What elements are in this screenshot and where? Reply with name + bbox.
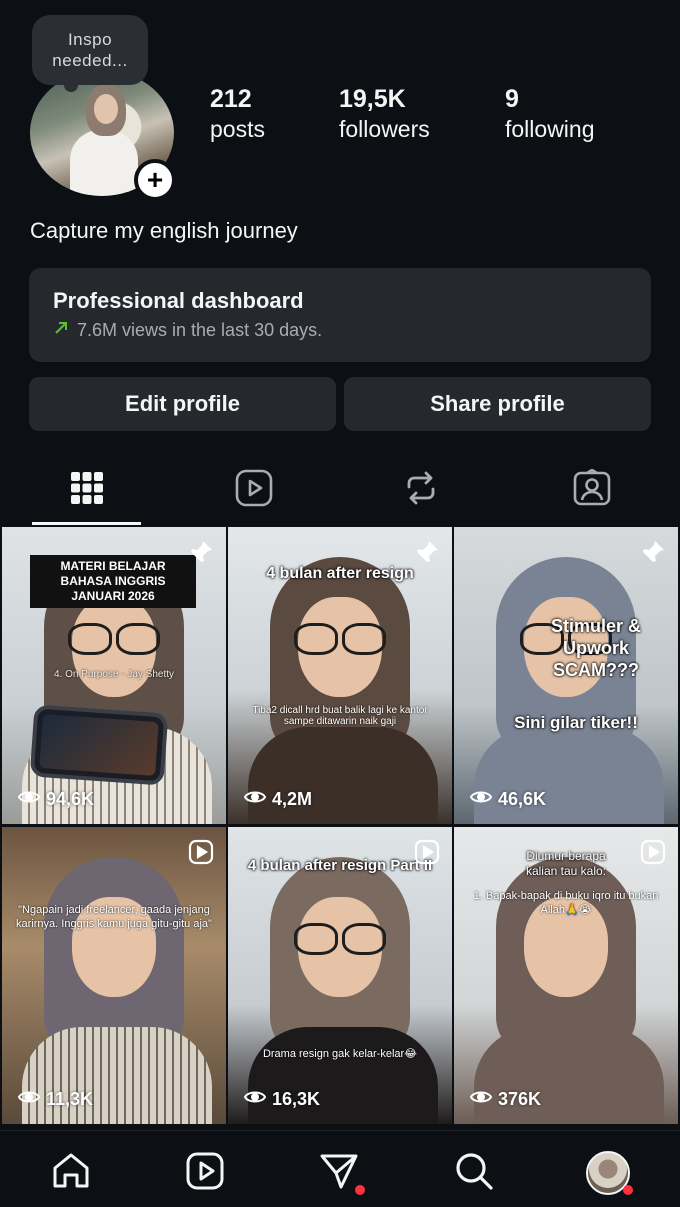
reels-icon [235,469,273,512]
post-tile[interactable]: 4 bulan after resign Part II Drama resig… [228,827,452,1124]
following-label: following [505,116,595,142]
trend-up-icon [53,320,69,341]
post-subcaption: "Ngapain jadi freelancer, gaada jenjang … [16,904,212,930]
post-tile[interactable]: "Ngapain jadi freelancer, gaada jenjang … [2,827,226,1124]
eye-icon [469,789,493,810]
search-icon [454,1151,494,1196]
tab-posts-grid[interactable] [32,462,142,518]
pin-icon [188,539,214,570]
profile-badge [623,1185,633,1195]
following-count: 9 [505,85,519,113]
post-caption: MATERI BELAJAR BAHASA INGGRIS JANUARI 20… [30,555,196,608]
post-tile[interactable]: MATERI BELAJAR BAHASA INGGRIS JANUARI 20… [2,527,226,824]
post-views: 376K [469,1089,541,1110]
post-subcaption: Sini gilar tiker!! [514,713,638,732]
reposts-icon [403,470,439,511]
dashboard-subtitle: 7.6M views in the last 30 days. [77,320,323,340]
stat-posts[interactable]: 212 posts [210,84,265,144]
post-subcaption: 1. Bapak-bapak di buku iqro itu bukan Al… [473,890,659,916]
eye-icon [243,1089,267,1110]
nav-reels[interactable] [183,1151,227,1195]
post-subcaption: Drama resign gak kelar-kelar😂 [262,1048,418,1060]
nav-home[interactable] [49,1151,93,1195]
posts-label: posts [210,116,265,142]
tagged-icon [573,467,611,512]
post-tile[interactable]: Diumur berapa kalian tau kalo: 1. Bapak-… [454,827,678,1124]
post-views: 4,2M [243,789,312,810]
profile-tabs [0,462,680,526]
note-bubble[interactable]: Inspo needed... [32,15,148,92]
share-profile-button[interactable]: Share profile [344,377,651,431]
post-caption: Stimuler & Upwork SCAM??? [550,616,642,680]
eye-icon [17,789,41,810]
post-views: 94,6K [17,789,94,810]
eye-icon [17,1089,41,1110]
post-subcaption: 4. On Purpose - Jay Shetty [53,669,175,680]
post-views: 46,6K [469,789,546,810]
grid-icon [70,471,104,510]
reels-icon [185,1151,225,1196]
post-views: 16,3K [243,1089,320,1110]
dashboard-title: Professional dashboard [53,288,304,313]
pin-icon [414,539,440,570]
post-tile[interactable]: 4 bulan after resign Tiba2 dicall hrd bu… [228,527,452,824]
eye-icon [469,1089,493,1110]
profile-bio: Capture my english journey [30,218,298,243]
messages-badge [355,1185,365,1195]
tab-reels[interactable] [199,462,309,518]
nav-profile[interactable] [586,1151,633,1195]
eye-icon [243,789,267,810]
phone-image [29,704,169,786]
post-views: 11,3K [17,1089,93,1110]
stat-following[interactable]: 9 following [505,84,595,144]
edit-profile-button[interactable]: Edit profile [29,377,336,431]
followers-count: 19,5K [339,85,406,113]
reel-badge-icon [640,839,666,870]
home-icon [51,1151,91,1196]
active-tab-indicator [32,522,141,525]
tab-reposts[interactable] [366,462,476,518]
reel-badge-icon [188,839,214,870]
messages-icon [319,1151,359,1196]
tab-tagged[interactable] [537,462,647,518]
reel-badge-icon [414,839,440,870]
nav-messages[interactable] [317,1151,365,1196]
posts-count: 212 [210,85,252,113]
post-tile[interactable]: Stimuler & Upwork SCAM??? Sini gilar tik… [454,527,678,824]
followers-label: followers [339,116,430,142]
nav-search[interactable] [452,1151,496,1195]
professional-dashboard[interactable]: Professional dashboard 7.6M views in the… [29,268,651,362]
bottom-nav [0,1130,680,1207]
stat-followers[interactable]: 19,5K followers [339,84,430,144]
post-subcaption: Tiba2 dicall hrd buat balik lagi ke kant… [252,705,428,727]
pin-icon [640,539,666,570]
add-story-button[interactable]: + [134,159,176,201]
